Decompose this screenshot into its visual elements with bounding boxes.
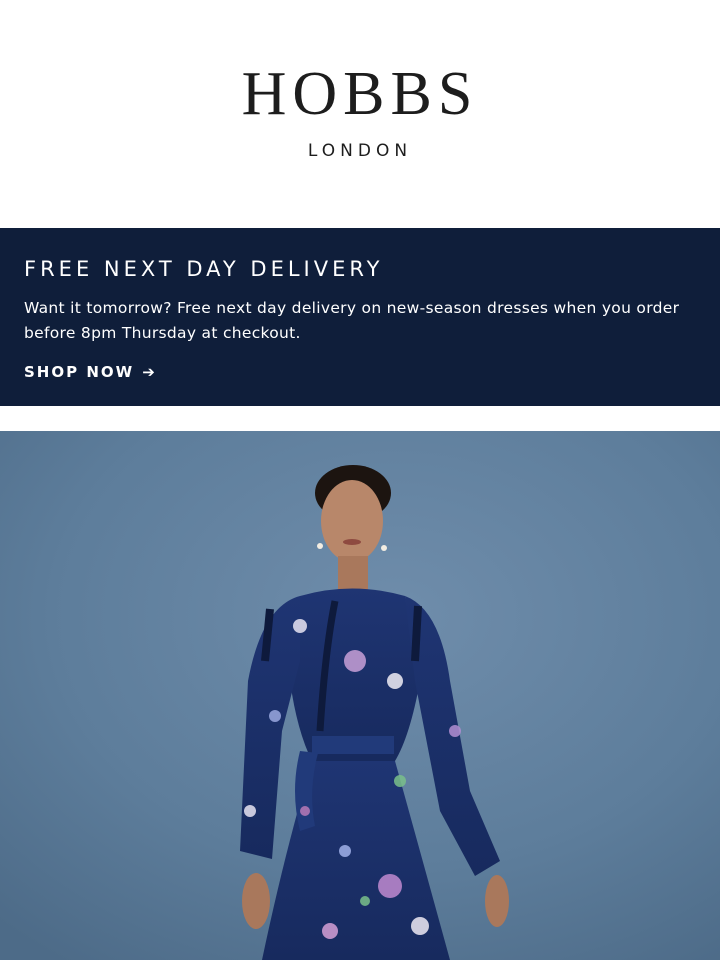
email-header: HOBBS LONDON (0, 0, 720, 228)
hero-image[interactable] (0, 431, 720, 960)
shop-now-label: SHOP NOW (24, 363, 135, 381)
model-in-floral-dress-image (0, 431, 720, 960)
arrow-right-icon: ➔ (142, 363, 157, 381)
promo-body: Want it tomorrow? Free next day delivery… (24, 299, 680, 342)
shop-now-link[interactable]: SHOP NOW ➔ (24, 361, 157, 383)
brand-wordmark: HOBBS (241, 60, 479, 128)
brand-subtitle: LONDON (307, 141, 413, 161)
promo-title: FREE NEXT DAY DELIVERY (24, 257, 384, 281)
